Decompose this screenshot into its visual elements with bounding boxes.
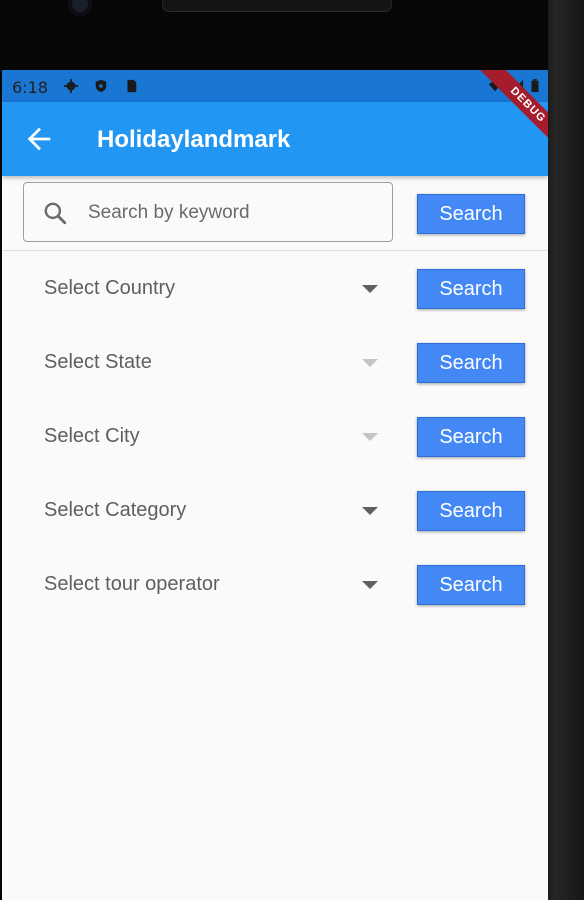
city-dropdown[interactable]: Select City bbox=[44, 417, 384, 457]
category-dropdown-label: Select Category bbox=[44, 499, 187, 521]
tour-operator-search-button[interactable]: Search bbox=[417, 565, 525, 605]
status-time: 6:18 bbox=[12, 78, 48, 97]
divider bbox=[2, 250, 548, 251]
settings-icon bbox=[64, 79, 78, 93]
chevron-down-icon bbox=[362, 359, 378, 367]
page-title: Holidaylandmark bbox=[97, 126, 291, 153]
chevron-down-icon bbox=[362, 581, 378, 589]
category-search-button[interactable]: Search bbox=[417, 491, 525, 531]
shield-icon bbox=[95, 79, 107, 93]
state-search-button[interactable]: Search bbox=[417, 343, 525, 383]
search-icon bbox=[44, 202, 67, 225]
device-frame: C 1 3 1 6 7 5 5 6 1 2 2 4 1 6:18 bbox=[0, 0, 584, 900]
chevron-down-icon bbox=[362, 285, 378, 293]
search-field[interactable] bbox=[23, 182, 393, 242]
search-input[interactable] bbox=[86, 193, 380, 233]
sim-card-icon bbox=[127, 79, 137, 93]
side-editor-strip: C 1 3 1 6 7 5 5 6 1 2 2 4 1 bbox=[548, 0, 584, 900]
earpiece-speaker bbox=[162, 0, 392, 12]
front-camera bbox=[68, 0, 92, 16]
country-dropdown-label: Select Country bbox=[44, 277, 176, 299]
country-dropdown[interactable]: Select Country bbox=[44, 269, 384, 309]
state-dropdown-label: Select State bbox=[44, 351, 152, 373]
category-dropdown[interactable]: Select Category bbox=[44, 491, 384, 531]
arrow-back-icon[interactable] bbox=[22, 122, 56, 156]
battery-icon bbox=[531, 79, 539, 93]
app-bar: Holidaylandmark bbox=[2, 102, 548, 176]
city-search-button[interactable]: Search bbox=[417, 417, 525, 457]
status-bar: 6:18 bbox=[2, 70, 548, 102]
city-dropdown-label: Select City bbox=[44, 425, 140, 447]
keyword-search-button[interactable]: Search bbox=[417, 194, 525, 234]
country-search-button[interactable]: Search bbox=[417, 269, 525, 309]
tour-operator-dropdown-label: Select tour operator bbox=[44, 573, 220, 595]
chevron-down-icon bbox=[362, 433, 378, 441]
chevron-down-icon bbox=[362, 507, 378, 515]
state-dropdown[interactable]: Select State bbox=[44, 343, 384, 383]
tour-operator-dropdown[interactable]: Select tour operator bbox=[44, 565, 384, 605]
app-screen: 6:18 Holidaylandmark DEBUG Search by key… bbox=[2, 70, 548, 900]
